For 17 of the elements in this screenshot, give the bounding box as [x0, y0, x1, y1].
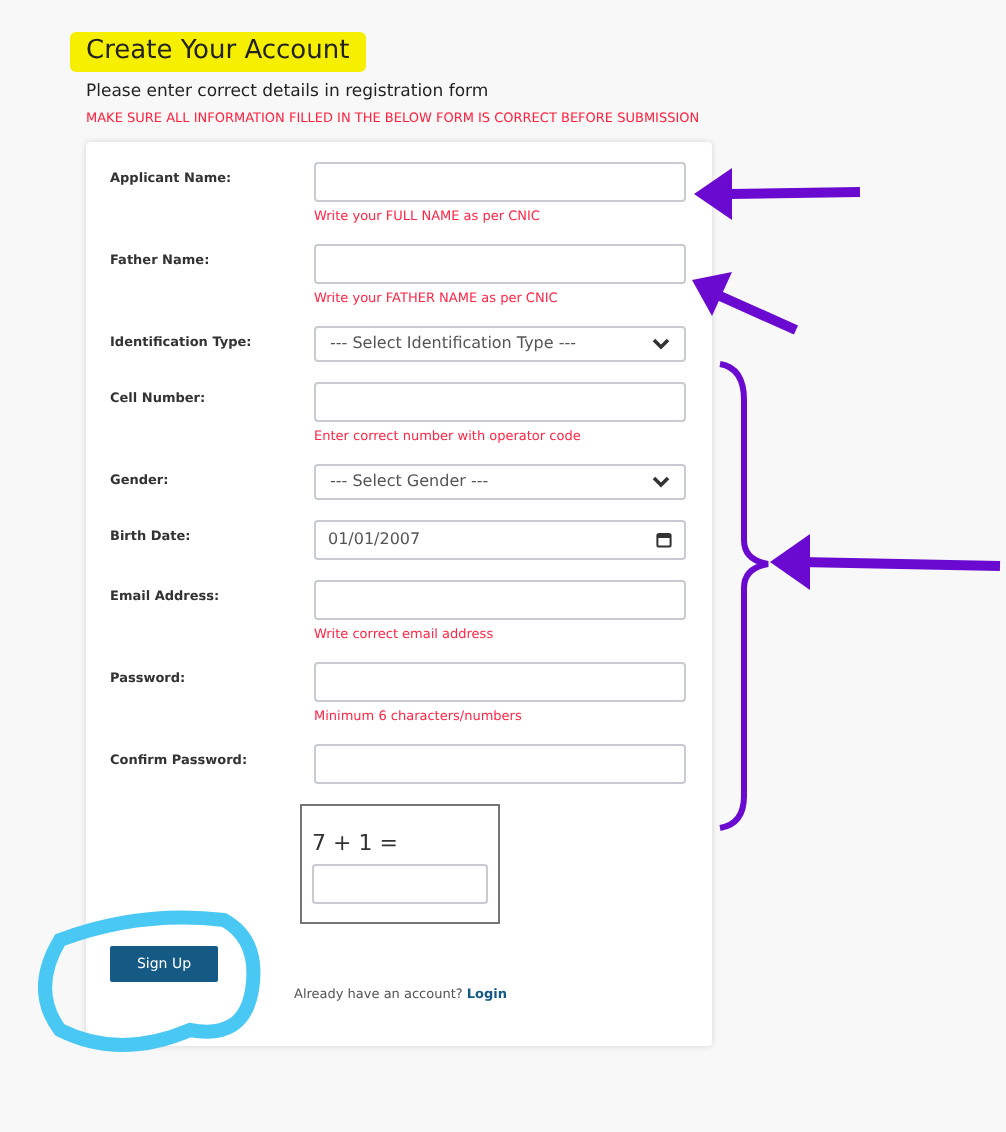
text-field[interactable] [314, 382, 686, 422]
text-field[interactable] [314, 244, 686, 284]
chevron-down-icon [652, 476, 670, 488]
text-field[interactable] [314, 162, 686, 202]
select-field[interactable]: --- Select Identification Type --- [314, 326, 686, 362]
text-field[interactable] [314, 662, 686, 702]
chevron-down-icon [652, 338, 670, 350]
arrow-drawing [692, 272, 799, 335]
text-field[interactable] [314, 744, 686, 784]
calendar-icon [656, 532, 672, 548]
captcha-field[interactable] [312, 864, 488, 904]
date-field[interactable]: 01/01/2007 [314, 520, 686, 560]
select-field[interactable]: --- Select Gender --- [314, 464, 686, 500]
subtitle: Please enter correct details in registration form [86, 80, 491, 106]
text-field[interactable] [314, 580, 686, 620]
page-title: Create Your Account [70, 32, 366, 72]
captcha-question: 7 + 1 = [312, 830, 400, 856]
